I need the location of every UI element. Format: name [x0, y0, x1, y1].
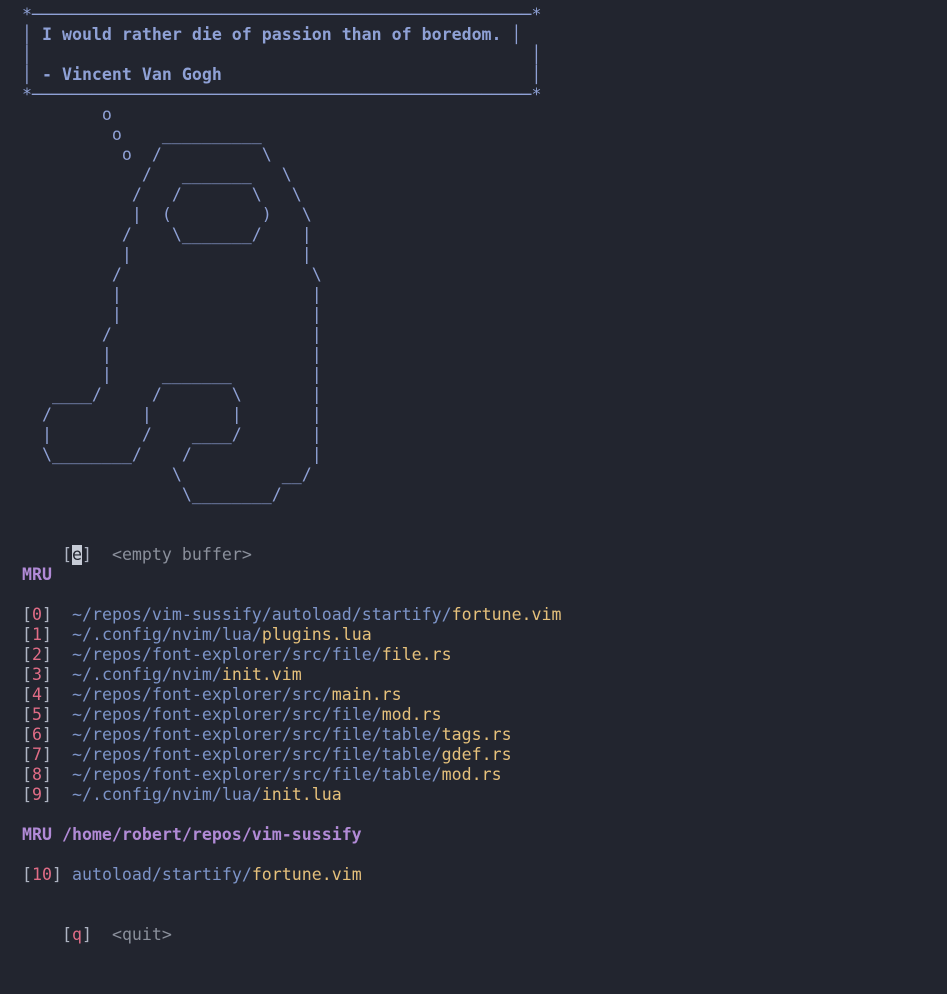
bracket-open: [: [22, 865, 32, 884]
quote-box-top: *───────────────────────────────────────…: [22, 5, 542, 24]
bracket-open: [: [22, 785, 32, 804]
bracket-close: ]: [42, 745, 52, 764]
entry-filename: tags.rs: [441, 725, 512, 744]
bracket-open: [: [22, 625, 32, 644]
entry-index[interactable]: 3: [32, 665, 42, 684]
bracket-open: [: [22, 685, 32, 704]
mru-entry[interactable]: [9] ~/.config/nvim/lua/init.lua: [22, 785, 942, 805]
entry-path: ~/repos/font-explorer/src/file/table/: [71, 725, 442, 744]
bracket-open: [: [61, 925, 72, 944]
entry-path: ~/repos/vim-sussify/autoload/startify/: [71, 605, 452, 624]
bracket-open: [: [22, 765, 32, 784]
bracket-open: [: [61, 545, 72, 564]
empty-buffer-label: <empty buffer>: [111, 545, 252, 564]
bracket-close: ]: [81, 925, 92, 944]
entry-index[interactable]: 1: [32, 625, 42, 644]
entry-filename: init.lua: [261, 785, 342, 804]
entry-index[interactable]: 7: [32, 745, 42, 764]
bracket-close: ]: [42, 725, 52, 744]
bracket-close: ]: [42, 665, 52, 684]
entry-index[interactable]: 9: [32, 785, 42, 804]
entry-path: ~/.config/nvim/: [71, 665, 222, 684]
entry-path: ~/repos/font-explorer/src/file/table/: [71, 765, 442, 784]
bracket-open: [: [22, 605, 32, 624]
quote-box-bottom: *───────────────────────────────────────…: [22, 85, 542, 104]
entry-filename: fortune.vim: [251, 865, 362, 884]
mru-entry[interactable]: [7] ~/repos/font-explorer/src/file/table…: [22, 745, 942, 765]
empty-buffer-entry[interactable]: [e] <empty buffer>: [22, 525, 942, 565]
entry-path: ~/repos/font-explorer/src/file/: [71, 705, 382, 724]
mru-entry[interactable]: [6] ~/repos/font-explorer/src/file/table…: [22, 725, 942, 745]
quote-text: I would rather die of passion than of bo…: [41, 25, 502, 44]
entry-index[interactable]: 4: [32, 685, 42, 704]
entry-index[interactable]: 5: [32, 705, 42, 724]
entry-index[interactable]: 0: [32, 605, 42, 624]
quote-author: - Vincent Van Gogh: [41, 65, 222, 84]
mru-dir-list: [10] autoload/startify/fortune.vim: [22, 865, 942, 885]
bracket-close: ]: [42, 765, 52, 784]
entry-path: ~/.config/nvim/lua/: [71, 625, 262, 644]
entry-filename: init.vim: [221, 665, 302, 684]
startify-screen: *───────────────────────────────────────…: [22, 5, 942, 944]
entry-path: ~/repos/font-explorer/src/file/: [71, 645, 382, 664]
entry-index[interactable]: 10: [32, 865, 52, 884]
mru-entry[interactable]: [3] ~/.config/nvim/init.vim: [22, 665, 942, 685]
bracket-open: [: [22, 705, 32, 724]
quote-author-line: │ - Vincent Van Gogh │: [22, 65, 542, 84]
cursor-key-e[interactable]: e: [71, 545, 82, 565]
bracket-open: [: [22, 725, 32, 744]
mru-section-title: MRU: [22, 565, 52, 584]
bracket-close: ]: [51, 865, 62, 884]
entry-filename: fortune.vim: [451, 605, 562, 624]
ascii-art: o o __________ o / \ / _______ \ / / \ \…: [41, 105, 322, 504]
entry-filename: plugins.lua: [261, 625, 372, 644]
bracket-close: ]: [42, 705, 52, 724]
mru-entry[interactable]: [0] ~/repos/vim-sussify/autoload/startif…: [22, 605, 942, 625]
entry-index[interactable]: 6: [32, 725, 42, 744]
entry-filename: mod.rs: [441, 765, 502, 784]
mru-entry[interactable]: [2] ~/repos/font-explorer/src/file/file.…: [22, 645, 942, 665]
entry-path: ~/.config/nvim/lua/: [71, 785, 262, 804]
bracket-open: [: [22, 665, 32, 684]
mru-entry[interactable]: [4] ~/repos/font-explorer/src/main.rs: [22, 685, 942, 705]
quit-label: <quit>: [111, 925, 172, 944]
quit-entry[interactable]: [q] <quit>: [22, 905, 942, 944]
entry-filename: gdef.rs: [441, 745, 512, 764]
bracket-close: ]: [42, 645, 52, 664]
entry-filename: mod.rs: [381, 705, 442, 724]
bracket-close: ]: [42, 785, 52, 804]
quit-key[interactable]: q: [72, 925, 82, 944]
mru-dir-section-title: MRU /home/robert/repos/vim-sussify: [22, 825, 362, 844]
mru-entry[interactable]: [5] ~/repos/font-explorer/src/file/mod.r…: [22, 705, 942, 725]
mru-entry[interactable]: [8] ~/repos/font-explorer/src/file/table…: [22, 765, 942, 785]
quote-blank-line: │ │: [22, 45, 542, 64]
entry-path: ~/repos/font-explorer/src/file/table/: [71, 745, 442, 764]
entry-path: autoload/startify/: [71, 865, 252, 884]
bracket-close: ]: [42, 605, 52, 624]
entry-filename: main.rs: [331, 685, 402, 704]
mru-entry[interactable]: [10] autoload/startify/fortune.vim: [22, 865, 942, 885]
entry-path: ~/repos/font-explorer/src/: [71, 685, 332, 704]
quote-line: │ I would rather die of passion than of …: [22, 25, 522, 44]
bracket-close: ]: [42, 685, 52, 704]
entry-index[interactable]: 8: [32, 765, 42, 784]
entry-filename: file.rs: [381, 645, 452, 664]
mru-entry[interactable]: [1] ~/.config/nvim/lua/plugins.lua: [22, 625, 942, 645]
entry-index[interactable]: 2: [32, 645, 42, 664]
bracket-open: [: [22, 745, 32, 764]
bracket-close: ]: [81, 545, 92, 564]
bracket-open: [: [22, 645, 32, 664]
mru-list: [0] ~/repos/vim-sussify/autoload/startif…: [22, 605, 942, 805]
bracket-close: ]: [42, 625, 52, 644]
